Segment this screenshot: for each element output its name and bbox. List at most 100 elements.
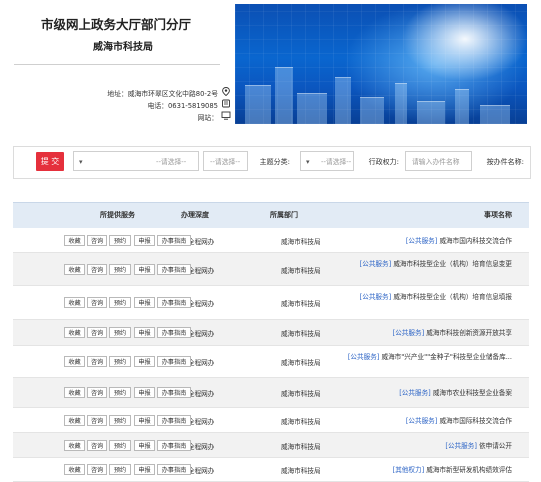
depth-cell: 全程网办 <box>188 390 215 398</box>
consult-button[interactable]: 咨询 <box>87 327 107 338</box>
consult-button[interactable]: 咨询 <box>87 297 107 308</box>
favorite-button[interactable]: 收藏 <box>64 235 85 246</box>
item-name-text: 威海市国内科技交流合作 <box>439 237 512 245</box>
location-icon <box>221 87 231 97</box>
theme-label: 主题分类: <box>259 158 290 166</box>
guide-button[interactable]: 办事指南 <box>157 235 191 246</box>
favorite-button[interactable]: 收藏 <box>64 327 85 338</box>
column-header-item-name: 事项名称 <box>484 211 512 219</box>
depth-cell: 全程网办 <box>188 359 215 367</box>
item-category-tag[interactable]: [其他权力] <box>393 466 425 474</box>
item-name-link[interactable]: [公共服务] 威海市国际科技交流合作 <box>302 416 512 426</box>
appointment-button[interactable]: 预约 <box>109 415 131 426</box>
item-category-tag[interactable]: [公共服务] <box>406 237 438 245</box>
item-name-link[interactable]: [公共服务] 威海市科技创新资源开放共享 <box>302 328 512 338</box>
apply-button[interactable]: 申报 <box>134 440 155 451</box>
consult-button[interactable]: 咨询 <box>87 235 107 246</box>
favorite-button[interactable]: 收藏 <box>64 440 85 451</box>
favorite-button[interactable]: 收藏 <box>64 356 85 367</box>
appointment-button[interactable]: 预约 <box>109 356 131 367</box>
department-cell: 威海市科技局 <box>281 359 321 367</box>
phone-text: 电话：0631-5819085 <box>147 102 218 110</box>
apply-button[interactable]: 申报 <box>134 356 155 367</box>
appointment-button[interactable]: 预约 <box>109 440 131 451</box>
consult-button[interactable]: 咨询 <box>87 356 107 367</box>
appointment-button[interactable]: 预约 <box>109 264 131 275</box>
guide-button[interactable]: 办事指南 <box>157 464 191 475</box>
department-select-value: --请选择-- <box>156 158 187 166</box>
appointment-button[interactable]: 预约 <box>109 235 131 246</box>
apply-button[interactable]: 申报 <box>134 297 155 308</box>
favorite-button[interactable]: 收藏 <box>64 415 85 426</box>
item-name-text: 威海市新型研发机构绩效评估 <box>426 466 512 474</box>
apply-button[interactable]: 申报 <box>134 264 155 275</box>
chevron-down-icon: ▾ <box>79 158 83 166</box>
department-select[interactable]: ▾ --请选择-- <box>73 151 199 171</box>
favorite-button[interactable]: 收藏 <box>64 297 85 308</box>
department-cell: 威海市科技局 <box>281 443 321 451</box>
item-name-text: 威海市科技型企业（机构）培育信息填报 <box>393 293 512 301</box>
apply-button[interactable]: 申报 <box>134 327 155 338</box>
column-header-depth: 办理深度 <box>181 211 209 219</box>
website-text: 网站： <box>197 114 218 122</box>
consult-button[interactable]: 咨询 <box>87 464 107 475</box>
power-label: 行政权力: <box>368 158 399 166</box>
item-name-text: 威海市农业科技型企业备案 <box>432 389 512 397</box>
address-text: 地址：威海市环翠区文化中路80-2号 <box>107 90 218 98</box>
depth-cell: 全程网办 <box>188 330 215 338</box>
item-category-tag[interactable]: [公共服务] <box>348 353 380 361</box>
item-name-link[interactable]: [公共服务] 威海市农业科技型企业备案 <box>302 388 512 398</box>
chevron-down-icon: ▾ <box>306 158 310 166</box>
item-category-tag[interactable]: [公共服务] <box>360 260 392 268</box>
guide-button[interactable]: 办事指南 <box>157 297 191 308</box>
apply-button[interactable]: 申报 <box>134 235 155 246</box>
item-category-tag[interactable]: [公共服务] <box>406 417 438 425</box>
appointment-button[interactable]: 预约 <box>109 387 131 398</box>
item-category-tag[interactable]: [公共服务] <box>445 442 477 450</box>
depth-cell: 全程网办 <box>188 300 215 308</box>
item-name-text: 威海市科技型企业（机构）培育信息变更 <box>393 260 512 268</box>
phone-icon <box>221 99 231 108</box>
depth-cell: 全程网办 <box>188 443 215 451</box>
guide-button[interactable]: 办事指南 <box>157 356 191 367</box>
guide-button[interactable]: 办事指南 <box>157 327 191 338</box>
item-name-link[interactable]: [公共服务] 威海市科技型企业（机构）培育信息变更 <box>302 259 512 269</box>
department-cell: 威海市科技局 <box>281 390 321 398</box>
guide-button[interactable]: 办事指南 <box>157 440 191 451</box>
item-name-link[interactable]: [公共服务] 威海市国内科技交流合作 <box>302 236 512 246</box>
consult-button[interactable]: 咨询 <box>87 264 107 275</box>
guide-button[interactable]: 办事指南 <box>157 415 191 426</box>
apply-button[interactable]: 申报 <box>134 415 155 426</box>
department-cell: 威海市科技局 <box>281 330 321 338</box>
department-cell: 威海市科技局 <box>281 267 321 275</box>
item-category-tag[interactable]: [公共服务] <box>399 389 431 397</box>
favorite-button[interactable]: 收藏 <box>64 387 85 398</box>
appointment-button[interactable]: 预约 <box>109 464 131 475</box>
favorite-button[interactable]: 收藏 <box>64 464 85 475</box>
item-name-link[interactable]: [公共服务] 依申请公开 <box>302 441 512 451</box>
apply-button[interactable]: 申报 <box>134 387 155 398</box>
guide-button[interactable]: 办事指南 <box>157 387 191 398</box>
item-category-tag[interactable]: [公共服务] <box>360 293 392 301</box>
item-name-link[interactable]: [公共服务] 威海市"兴产业""金种子"科技型企业储备库... <box>302 352 512 362</box>
appointment-button[interactable]: 预约 <box>109 327 131 338</box>
submit-button[interactable]: 提 交 <box>36 152 64 171</box>
item-name-input[interactable]: 请输入办件名称 <box>405 151 472 171</box>
item-category-tag[interactable]: [公共服务] <box>393 329 425 337</box>
favorite-button[interactable]: 收藏 <box>64 264 85 275</box>
theme-select[interactable]: --请选择-- <box>203 151 248 171</box>
item-name-link[interactable]: [其他权力] 威海市新型研发机构绩效评估 <box>302 465 512 475</box>
column-header-services: 所提供服务 <box>100 211 135 219</box>
apply-button[interactable]: 申报 <box>134 464 155 475</box>
power-select-value: --请选择-- <box>321 158 352 166</box>
department-cell: 威海市科技局 <box>281 418 321 426</box>
item-name-text: 威海市国际科技交流合作 <box>439 417 512 425</box>
power-select[interactable]: ▾ --请选择-- <box>300 151 354 171</box>
consult-button[interactable]: 咨询 <box>87 415 107 426</box>
consult-button[interactable]: 咨询 <box>87 440 107 451</box>
appointment-button[interactable]: 预约 <box>109 297 131 308</box>
guide-button[interactable]: 办事指南 <box>157 264 191 275</box>
consult-button[interactable]: 咨询 <box>87 387 107 398</box>
item-name-text: 依申请公开 <box>479 442 512 450</box>
item-name-link[interactable]: [公共服务] 威海市科技型企业（机构）培育信息填报 <box>302 292 512 302</box>
